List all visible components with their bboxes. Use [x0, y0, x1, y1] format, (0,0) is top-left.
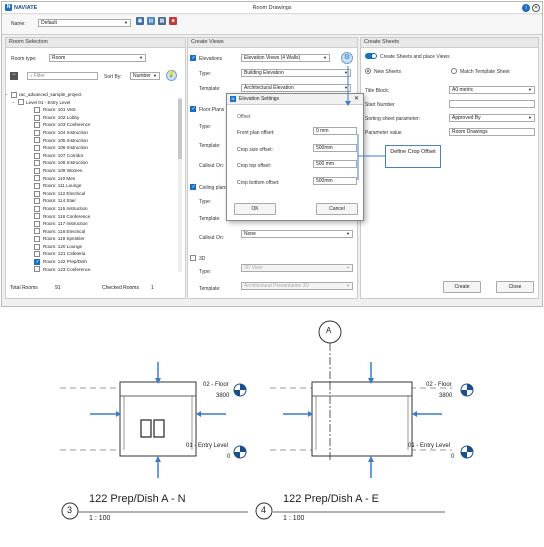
crop-arrow-head [155, 456, 161, 462]
entry-level-value: 0 [451, 454, 455, 460]
crop-arrow-head [196, 411, 201, 417]
arrow-head [345, 101, 351, 106]
view-number: 3 [67, 505, 73, 515]
crop-arrow-head [412, 411, 417, 417]
level-head-icon [233, 445, 247, 459]
floor-level-label: 02 - Floor [426, 382, 452, 388]
level-head-icon [460, 445, 474, 459]
elevation-drawings [60, 320, 474, 520]
entry-level-label: 01 - Entry Level [408, 443, 451, 449]
level-head-icon [460, 383, 474, 397]
view-scale: 1 : 100 [283, 515, 305, 522]
room-elevation-e [311, 381, 413, 457]
entry-level-value: 0 [227, 454, 231, 460]
level-head-icon [233, 383, 247, 397]
floor-level-value: 3800 [439, 393, 453, 399]
view-number: 4 [261, 505, 267, 515]
define-crop-offset-callout: Define Crop Offset [385, 145, 441, 168]
floor-level-value: 3800 [216, 393, 230, 399]
floor-level-label: 02 - Floor [203, 382, 229, 388]
view-title: 122 Prep/Dish A - E [283, 493, 379, 505]
room-elevation-n [119, 381, 197, 457]
view-scale: 1 : 100 [89, 515, 111, 522]
crop-arrow-head [368, 456, 374, 462]
grid-bubble-label: A [326, 326, 332, 335]
entry-level-label: 01 - Entry Level [186, 443, 229, 449]
view-title: 122 Prep/Dish A - N [89, 493, 186, 505]
